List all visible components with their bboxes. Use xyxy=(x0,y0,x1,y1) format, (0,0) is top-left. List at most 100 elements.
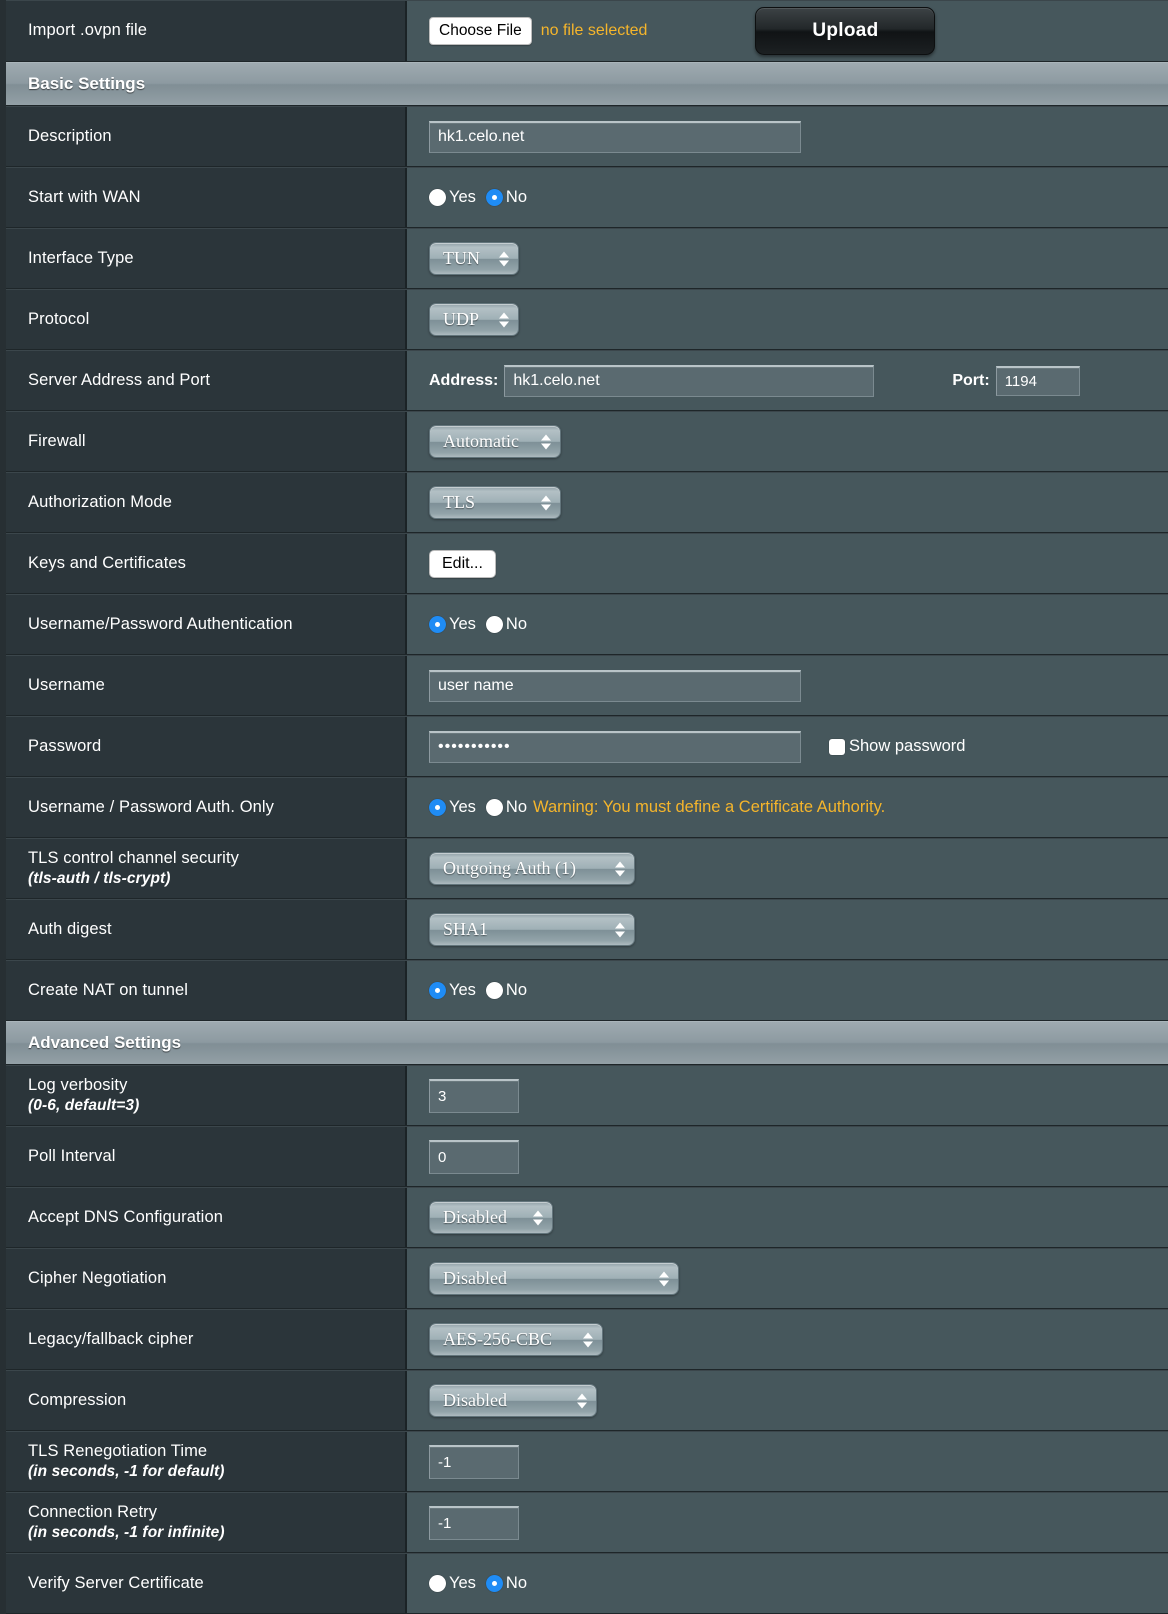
label-text: Interface Type xyxy=(28,248,134,267)
password-input[interactable] xyxy=(429,730,801,763)
radio-label: No xyxy=(505,1574,528,1592)
select-value: AES-256-CBC xyxy=(443,1329,553,1349)
openvpn-client-settings-page: Import .ovpn file Choose File no file se… xyxy=(0,0,1168,1614)
row-field-poll-interval xyxy=(407,1127,1168,1186)
userpass-only-radio-no[interactable]: No xyxy=(485,798,528,817)
auth-digest-select[interactable]: SHA1 xyxy=(429,913,635,946)
poll-interval-input[interactable] xyxy=(429,1139,519,1174)
connection-retry-input[interactable] xyxy=(429,1505,519,1540)
radio-label: No xyxy=(505,981,528,999)
upload-button[interactable]: Upload xyxy=(755,7,936,55)
userpass-auth-radio-no[interactable]: No xyxy=(485,615,528,634)
start-with-wan-radio-no[interactable]: No xyxy=(485,188,528,207)
show-password-checkbox[interactable]: Show password xyxy=(829,737,965,756)
label-text: Connection Retry xyxy=(28,1503,158,1522)
row-firewall: Firewall Automatic xyxy=(6,411,1168,472)
label-text: Username xyxy=(28,675,105,694)
accept-dns-select[interactable]: Disabled xyxy=(429,1201,553,1234)
row-keys-and-certificates: Keys and Certificates Edit... xyxy=(6,533,1168,594)
username-input[interactable] xyxy=(429,669,801,702)
start-with-wan-radio-yes[interactable]: Yes xyxy=(429,188,476,207)
label-text: Server Address and Port xyxy=(28,370,211,389)
radio-icon-unselected xyxy=(485,616,503,633)
choose-file-button[interactable]: Choose File xyxy=(429,17,532,45)
interface-type-select[interactable]: TUN xyxy=(429,242,519,275)
cipher-negotiation-select[interactable]: Disabled xyxy=(429,1262,679,1295)
section-header-basic-settings: Basic Settings xyxy=(6,62,1168,106)
row-field-userpass-auth-only: Yes No Warning: You must define a Certif… xyxy=(407,778,1168,837)
row-description: Description xyxy=(6,106,1168,167)
label-text: Description xyxy=(28,126,112,145)
row-label-verify-server-certificate: Verify Server Certificate xyxy=(6,1554,407,1613)
create-nat-radio-group: Yes No xyxy=(429,981,527,1000)
userpass-only-radio-group: Yes No xyxy=(429,798,527,817)
row-label-username: Username xyxy=(6,656,407,715)
edit-keys-button[interactable]: Edit... xyxy=(429,549,496,578)
label-text: Log verbosity xyxy=(28,1076,128,1095)
server-port-input[interactable] xyxy=(995,365,1080,396)
row-server-address-port: Server Address and Port Address: Port: xyxy=(6,350,1168,411)
create-nat-radio-yes[interactable]: Yes xyxy=(429,981,476,1000)
tls-control-channel-select[interactable]: Outgoing Auth (1) xyxy=(429,852,635,885)
radio-icon-unselected xyxy=(429,189,446,206)
radio-label: No xyxy=(505,188,528,206)
create-nat-radio-no[interactable]: No xyxy=(485,981,528,1000)
description-input[interactable] xyxy=(429,120,801,153)
row-field-userpass-authentication: Yes No xyxy=(407,595,1168,654)
show-password-label: Show password xyxy=(849,737,966,755)
row-compression: Compression Disabled xyxy=(6,1370,1168,1431)
legacy-cipher-select[interactable]: AES-256-CBC xyxy=(429,1323,603,1356)
label-sublabel: (in seconds, -1 for default) xyxy=(28,1463,225,1481)
verify-server-cert-radio-no[interactable]: No xyxy=(485,1574,528,1593)
row-label-password: Password xyxy=(6,717,407,776)
label-text: Keys and Certificates xyxy=(28,553,187,572)
label-sublabel: (tls-auth / tls-crypt) xyxy=(28,870,171,888)
select-value: UDP xyxy=(443,309,480,329)
radio-label: Yes xyxy=(449,981,476,999)
row-userpass-authentication: Username/Password Authentication Yes No xyxy=(6,594,1168,655)
radio-icon-selected xyxy=(429,982,446,999)
row-userpass-auth-only: Username / Password Auth. Only Yes No Wa… xyxy=(6,777,1168,838)
row-field-log-verbosity xyxy=(407,1066,1168,1125)
firewall-select[interactable]: Automatic xyxy=(429,425,561,458)
row-field-server-address-port: Address: Port: xyxy=(407,351,1168,410)
radio-icon-unselected xyxy=(429,1575,446,1592)
select-value: SHA1 xyxy=(443,919,489,939)
label-text: Legacy/fallback cipher xyxy=(28,1329,194,1348)
row-field-username xyxy=(407,656,1168,715)
compression-select[interactable]: Disabled xyxy=(429,1384,597,1417)
select-value: Disabled xyxy=(443,1268,507,1288)
log-verbosity-input[interactable] xyxy=(429,1078,519,1113)
label-text: Create NAT on tunnel xyxy=(28,980,189,999)
row-field-start-with-wan: Yes No xyxy=(407,168,1168,227)
row-label-import-ovpn: Import .ovpn file xyxy=(6,1,407,61)
userpass-auth-radio-yes[interactable]: Yes xyxy=(429,615,476,634)
updown-arrows-icon xyxy=(659,1271,669,1286)
select-value: Disabled xyxy=(443,1207,507,1227)
protocol-select[interactable]: UDP xyxy=(429,303,519,336)
select-value: Disabled xyxy=(443,1390,507,1410)
row-label-connection-retry: Connection Retry (in seconds, -1 for inf… xyxy=(6,1493,407,1552)
radio-icon-selected xyxy=(429,616,446,633)
row-field-auth-digest: SHA1 xyxy=(407,900,1168,959)
verify-server-cert-radio-yes[interactable]: Yes xyxy=(429,1574,476,1593)
label-text: TLS Renegotiation Time xyxy=(28,1442,208,1461)
radio-label: No xyxy=(505,798,528,816)
tls-renegotiation-input[interactable] xyxy=(429,1444,519,1479)
server-address-input[interactable] xyxy=(504,364,875,397)
radio-icon-selected xyxy=(485,189,503,206)
authorization-mode-select[interactable]: TLS xyxy=(429,486,561,519)
row-label-protocol: Protocol xyxy=(6,290,407,349)
row-label-userpass-auth-only: Username / Password Auth. Only xyxy=(6,778,407,837)
row-import-ovpn: Import .ovpn file Choose File no file se… xyxy=(6,0,1168,62)
row-field-description xyxy=(407,107,1168,166)
userpass-only-radio-yes[interactable]: Yes xyxy=(429,798,476,817)
radio-icon-selected xyxy=(485,1575,503,1592)
radio-label: No xyxy=(505,615,528,633)
row-field-firewall: Automatic xyxy=(407,412,1168,471)
label-text: Password xyxy=(28,736,102,755)
row-field-keys-and-certificates: Edit... xyxy=(407,534,1168,593)
row-label-authorization-mode: Authorization Mode xyxy=(6,473,407,532)
radio-label: Yes xyxy=(449,188,476,206)
select-value: Automatic xyxy=(443,431,519,451)
